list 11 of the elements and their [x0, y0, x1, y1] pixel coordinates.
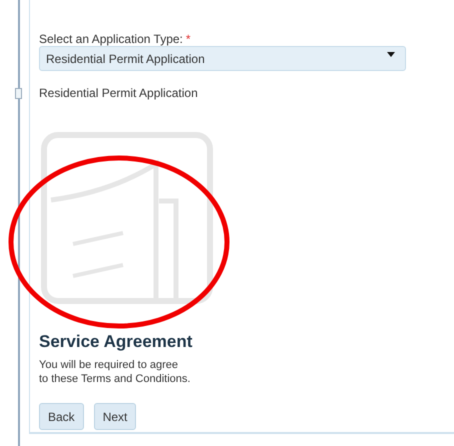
field-label: Select an Application Type: — [39, 32, 183, 46]
resize-handle[interactable] — [15, 88, 22, 99]
nav-button[interactable]: Back — [39, 403, 84, 430]
selection-text: Residential Permit Application — [39, 86, 199, 100]
nav-button[interactable]: Next — [94, 403, 136, 430]
document-icon — [41, 132, 213, 304]
application-type-select[interactable]: Residential Permit Application — [39, 46, 406, 71]
section-title: Service Agreement — [39, 332, 194, 352]
required-mark: * — [186, 32, 191, 46]
agreement-text: You will be required to agree to these Terms and Conditions. — [39, 358, 192, 386]
caret-icon — [387, 52, 395, 57]
